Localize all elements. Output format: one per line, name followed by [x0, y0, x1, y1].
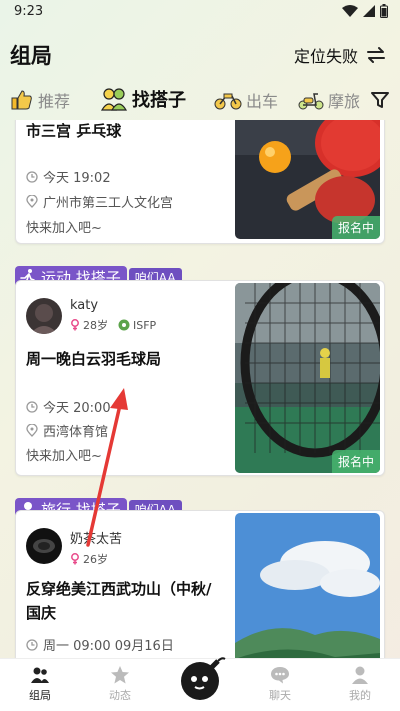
activity-time-text: 今天 19:02 — [43, 171, 111, 186]
age-tag: 28岁 — [70, 317, 108, 333]
signal-icon — [363, 5, 375, 17]
nav-chat[interactable]: 聊天 — [250, 665, 310, 703]
mbti-tag: ISFP — [118, 319, 156, 332]
location-label: 定位失败 — [293, 47, 358, 66]
motorcycle-icon — [214, 93, 242, 110]
status-icons — [342, 4, 388, 18]
tab-ride-out[interactable]: 出车 — [214, 88, 278, 112]
join-prompt: 快来加入吧~ — [26, 449, 102, 464]
tab-moto-travel[interactable]: 摩旅 — [298, 88, 360, 112]
activity-place-text: 广州市第三工人文化宫 — [43, 196, 174, 211]
people-icon — [100, 88, 128, 111]
location-pin-icon — [26, 424, 38, 437]
filter-icon — [371, 92, 389, 108]
tab-label: 推荐 — [38, 92, 71, 111]
avatar[interactable] — [26, 528, 62, 564]
age-text: 26岁 — [83, 553, 108, 566]
user-name: katy — [70, 298, 99, 313]
activity-time: 今天 19:02 — [26, 167, 111, 186]
user-tags: 26岁 — [70, 551, 122, 567]
wifi-icon — [342, 5, 358, 17]
nav-label: 聊天 — [269, 689, 291, 702]
activity-time-text: 今天 20:00 — [43, 401, 111, 416]
tab-label: 找搭子 — [132, 90, 186, 111]
activity-time-text: 周一 09:00 09月16日 — [43, 639, 174, 654]
organizer[interactable]: katy 28岁 ISFP — [26, 298, 156, 334]
clock-icon — [26, 170, 38, 183]
filter-button[interactable] — [370, 90, 390, 114]
nav-center-button[interactable] — [178, 655, 228, 705]
nav-moments[interactable]: 动态 — [90, 665, 150, 703]
user-name: 奶茶太苦 — [70, 532, 123, 547]
activity-title: 市三宫 乒乓球 — [26, 122, 122, 140]
category-tabs: 推荐 找搭子 出车 摩旅 — [0, 84, 400, 118]
bottom-nav: 组局 动态 聊天 我的 — [0, 655, 400, 711]
bomb-icon — [181, 657, 226, 700]
gear-badge-icon — [118, 319, 130, 331]
avatar-image — [26, 528, 62, 564]
chat-icon — [271, 667, 289, 684]
nav-label: 我的 — [349, 689, 371, 702]
clock-icon — [26, 638, 38, 651]
mbti-text: ISFP — [133, 318, 157, 332]
header: 组局 定位失败 — [0, 34, 400, 74]
join-prompt: 快来加入吧~ — [26, 221, 102, 236]
activity-card[interactable]: 奶茶太苦 26岁 反穿绝美江西武功山（中秋/国庆 周一 09:00 09月16日 — [15, 510, 385, 658]
nav-label: 组局 — [29, 689, 51, 702]
star-icon — [111, 666, 129, 684]
female-icon — [71, 319, 79, 331]
status-bar: 9:23 — [0, 0, 400, 24]
avatar[interactable] — [26, 298, 62, 334]
switch-icon — [367, 47, 385, 63]
user-tags: 28岁 ISFP — [70, 317, 156, 333]
activity-place: 西湾体育馆 — [26, 421, 108, 440]
status-badge: 报名中 — [331, 450, 380, 473]
scooter-icon — [298, 93, 324, 110]
activity-title: 反穿绝美江西武功山（中秋/国庆 — [26, 580, 212, 622]
activity-title: 周一晚白云羽毛球局 — [26, 350, 162, 368]
clock-icon — [26, 400, 38, 413]
nav-group[interactable]: 组局 — [10, 665, 70, 703]
activity-photo[interactable] — [235, 513, 380, 658]
battery-icon — [380, 4, 388, 18]
group-icon — [31, 667, 49, 683]
thumbs-up-icon — [11, 90, 32, 110]
location-switcher[interactable]: 定位失败 — [294, 43, 386, 67]
profile-icon — [352, 666, 368, 684]
activity-time: 今天 20:00 — [26, 397, 111, 416]
nav-profile[interactable]: 我的 — [330, 665, 390, 703]
nav-label: 动态 — [109, 689, 131, 702]
age-text: 28岁 — [83, 319, 108, 332]
status-badge: 报名中 — [331, 216, 380, 239]
activity-place-text: 西湾体育馆 — [43, 425, 109, 440]
location-pin-icon — [26, 195, 38, 208]
activity-photo[interactable]: 报名中 — [235, 120, 380, 239]
age-tag: 26岁 — [70, 551, 108, 567]
activity-card[interactable]: 市三宫 乒乓球 今天 19:02 广州市第三工人文化宫 快来加入吧~ 报名中 — [15, 120, 385, 244]
mountain-photo — [235, 513, 380, 658]
tab-find-partner[interactable]: 找搭子 — [100, 86, 186, 112]
activity-card[interactable]: katy 28岁 ISFP 周一晚白云羽毛球局 今天 20:00 西湾体育馆 快… — [15, 280, 385, 476]
female-icon — [71, 553, 79, 565]
tab-label: 摩旅 — [328, 92, 361, 111]
tab-recommend[interactable]: 推荐 — [10, 88, 70, 112]
activity-place: 广州市第三工人文化宫 — [26, 192, 173, 211]
avatar-image — [26, 298, 62, 334]
activity-photo[interactable]: 报名中 — [235, 283, 380, 473]
tab-label: 出车 — [246, 92, 279, 111]
status-time: 9:23 — [14, 4, 44, 19]
activity-feed[interactable]: 市三宫 乒乓球 今天 19:02 广州市第三工人文化宫 快来加入吧~ 报名中 运… — [0, 120, 400, 658]
activity-time: 周一 09:00 09月16日 — [26, 635, 174, 654]
badminton-photo — [235, 283, 380, 473]
organizer[interactable]: 奶茶太苦 26岁 — [26, 528, 122, 567]
page-title: 组局 — [10, 44, 52, 68]
